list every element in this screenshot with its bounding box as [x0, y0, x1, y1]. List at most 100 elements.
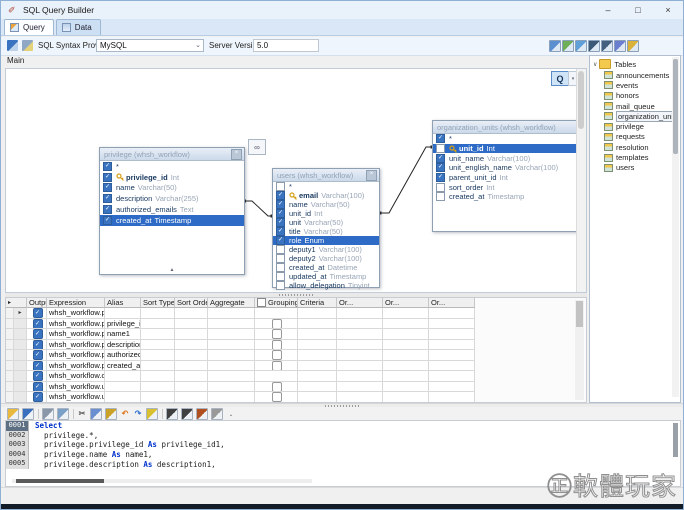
alias-cell[interactable] — [105, 371, 141, 382]
or-cell[interactable] — [429, 350, 475, 361]
cut-icon[interactable]: ✂ — [77, 409, 87, 419]
or-cell[interactable] — [383, 340, 429, 351]
grid-column-header-or[interactable]: Or... — [383, 298, 429, 308]
collapse-arrow-icon[interactable]: ▲ — [100, 267, 244, 273]
grouping-cell[interactable] — [255, 319, 298, 330]
or-cell[interactable] — [429, 382, 475, 393]
output-checked-checkbox[interactable]: ✓ — [33, 371, 43, 381]
tree-vertical-scrollbar[interactable] — [672, 57, 679, 397]
output-cell[interactable]: ✓ — [27, 350, 47, 361]
criteria-cell[interactable] — [298, 382, 337, 393]
diagram-table-users[interactable]: users (whsh_workflow)×*✓emailVarchar(100… — [272, 168, 380, 288]
properties-icon[interactable] — [22, 40, 33, 51]
grid-column-header-aggregate[interactable]: Aggregate — [208, 298, 255, 308]
server-version-input[interactable]: 5.0 — [253, 39, 319, 52]
sort-type-cell[interactable] — [141, 361, 175, 372]
field-row-email[interactable]: ✓emailVarchar(100) — [273, 191, 379, 200]
output-cell[interactable]: ✓ — [27, 308, 47, 319]
sort-order-cell[interactable] — [175, 340, 208, 351]
tree-item-requests[interactable]: requests — [590, 132, 680, 142]
edit-key-icon[interactable] — [627, 40, 639, 52]
or-cell[interactable] — [337, 340, 383, 351]
checked-checkbox[interactable]: ✓ — [436, 173, 445, 182]
field-row-created_at[interactable]: ✓created_atTimestamp — [100, 215, 244, 226]
alias-cell[interactable]: authorized_e — [105, 350, 141, 361]
field-row-star[interactable]: * — [273, 182, 379, 191]
field-row-created_at[interactable]: created_atTimestamp — [433, 192, 581, 202]
table-header[interactable]: organization_units (whsh_workflow) — [433, 121, 581, 134]
sort-order-cell[interactable] — [175, 319, 208, 330]
add-derived-table-icon[interactable] — [562, 40, 574, 52]
expression-cell[interactable]: whsh_workflow.user — [47, 392, 105, 403]
maximize-button[interactable]: □ — [623, 1, 653, 19]
grouping-cell[interactable] — [255, 340, 298, 351]
output-cell[interactable]: ✓ — [27, 371, 47, 382]
checked-checkbox[interactable]: ✓ — [276, 200, 285, 209]
save-icon[interactable] — [22, 408, 34, 420]
grouping-cell[interactable] — [255, 350, 298, 361]
table-header[interactable]: users (whsh_workflow)× — [273, 169, 379, 182]
tab-query[interactable]: Query — [4, 19, 54, 35]
bookmark-icon[interactable] — [196, 408, 208, 420]
editor-horizontal-scrollbar[interactable] — [12, 479, 312, 483]
grid-column-header-or[interactable]: Or... — [337, 298, 383, 308]
sort-type-cell[interactable] — [141, 392, 175, 403]
row-header-cell[interactable] — [14, 350, 27, 361]
row-header-cell[interactable] — [14, 371, 27, 382]
aggregate-cell[interactable] — [208, 340, 255, 351]
unchecked-checkbox[interactable] — [436, 192, 445, 201]
tab-data[interactable]: Data — [56, 19, 101, 35]
editor-vertical-scrollbar[interactable] — [673, 423, 678, 457]
row-drag-handle[interactable] — [6, 340, 14, 351]
grouping-cell[interactable] — [255, 361, 298, 372]
query-structure-icon[interactable] — [7, 40, 18, 51]
sort-type-cell[interactable] — [141, 371, 175, 382]
field-row-updated_at[interactable]: updated_atTimestamp — [273, 272, 379, 281]
checked-checkbox[interactable]: ✓ — [103, 162, 112, 171]
tree-item-resolution[interactable]: resolution — [590, 142, 680, 152]
alias-cell[interactable]: created_at1 — [105, 361, 141, 372]
more-icon[interactable]: . — [226, 409, 236, 419]
grouping-cell[interactable] — [255, 308, 298, 319]
checked-checkbox[interactable]: ✓ — [103, 183, 112, 192]
criteria-cell[interactable] — [298, 371, 337, 382]
checked-checkbox[interactable]: ✓ — [276, 209, 285, 218]
unchecked-checkbox[interactable] — [276, 182, 285, 191]
aggregate-cell[interactable] — [208, 350, 255, 361]
checked-checkbox[interactable]: ✓ — [276, 227, 285, 236]
unchecked-checkbox[interactable] — [276, 245, 285, 254]
open-icon[interactable] — [7, 408, 19, 420]
checked-checkbox[interactable]: ✓ — [276, 218, 285, 227]
field-row-parent_unit_id[interactable]: ✓parent_unit_idInt — [433, 173, 581, 183]
checked-checkbox[interactable]: ✓ — [276, 236, 285, 245]
expression-cell[interactable]: whsh_workflow.orga — [47, 371, 105, 382]
or-cell[interactable] — [337, 350, 383, 361]
undo-icon[interactable]: ↶ — [120, 409, 130, 419]
or-cell[interactable] — [383, 382, 429, 393]
row-header-cell[interactable] — [14, 382, 27, 393]
field-row-unit[interactable]: ✓unitVarchar(50) — [273, 218, 379, 227]
field-row-created_at[interactable]: created_atDatetime — [273, 263, 379, 272]
sort-type-cell[interactable] — [141, 340, 175, 351]
close-button[interactable]: × — [653, 1, 683, 19]
tree-item-honors[interactable]: honors — [590, 91, 680, 101]
or-cell[interactable] — [383, 361, 429, 372]
syntax-provider-select[interactable]: MySQL ⌄ — [96, 39, 204, 52]
grid-column-header-sorttype[interactable]: Sort Type — [141, 298, 175, 308]
grid-column-header-expression[interactable]: Expression — [47, 298, 105, 308]
union-query-1-icon[interactable] — [588, 40, 600, 52]
sort-type-cell[interactable] — [141, 329, 175, 340]
alias-cell[interactable]: name1 — [105, 329, 141, 340]
output-checked-checkbox[interactable]: ✓ — [33, 319, 43, 329]
field-row-privilege_id[interactable]: ✓privilege_idInt — [100, 172, 244, 183]
row-header-cell[interactable] — [14, 392, 27, 403]
row-drag-handle[interactable] — [6, 329, 14, 340]
output-checked-checkbox[interactable]: ✓ — [33, 382, 43, 392]
find-icon[interactable] — [166, 408, 178, 420]
field-row-description[interactable]: ✓descriptionVarchar(255) — [100, 193, 244, 204]
or-cell[interactable] — [337, 319, 383, 330]
row-drag-handle[interactable] — [6, 319, 14, 330]
grouping-unchecked-checkbox[interactable] — [272, 382, 282, 392]
sort-type-cell[interactable] — [141, 382, 175, 393]
output-cell[interactable]: ✓ — [27, 392, 47, 403]
